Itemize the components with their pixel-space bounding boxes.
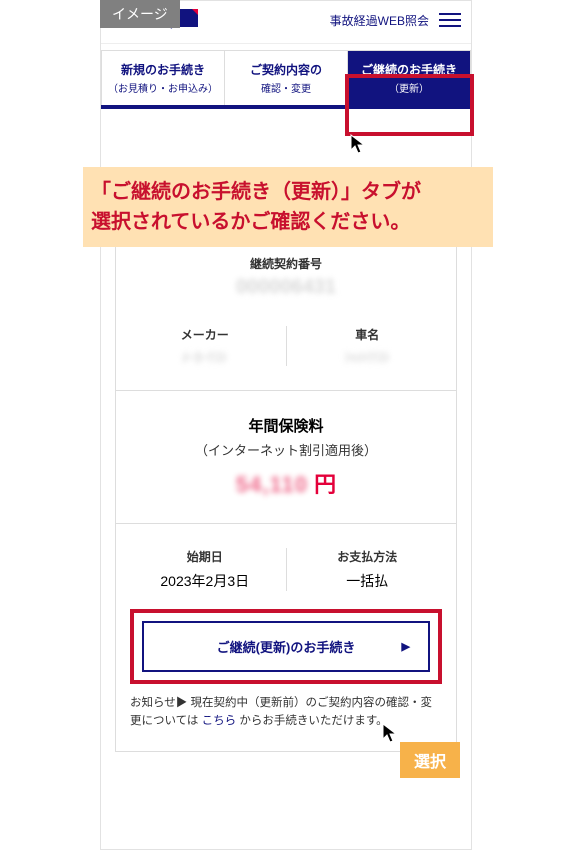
premium-unit: 円 [308,472,336,497]
instruction-callout: 「ご継続のお手続き（更新）」タブが 選択されているかご確認ください。 [83,167,493,247]
start-date-label: 始期日 [130,548,280,565]
contract-card: 継続契約番号 000006431 メーカー ﾒｰｶｰﾃｽﾄ 車名 ｼｬﾒｲﾃｽﾄ… [115,234,457,752]
contract-number-label: 継続契約番号 [130,255,442,272]
renewal-cta-button[interactable]: ご継続(更新)のお手続き ▶ [142,621,430,672]
premium-title: 年間保険料 [130,415,442,436]
cursor-icon [350,134,366,156]
divider [286,326,287,366]
premium-amount: 54,110 円 [130,467,442,499]
menu-icon[interactable] [439,13,461,27]
contract-number-value: 000006431 [130,276,442,299]
tab-label: 新規のお手続き [121,63,205,77]
tab-label: ご継続のお手続き [361,63,457,77]
notice-link[interactable]: こちら [202,715,237,727]
tab-new[interactable]: 新規のお手続き （お見積り・お申込み） [101,50,225,105]
axa-logo-icon [178,9,198,27]
tab-sublabel: 確認・変更 [229,80,343,95]
maker-label: メーカー [130,326,280,343]
cta-highlight-box: ご継続(更新)のお手続き ▶ [130,609,442,684]
maker-value: ﾒｰｶｰﾃｽﾄ [130,347,280,366]
tab-label: ご契約内容の [250,63,322,77]
model-label: 車名 [293,326,443,343]
model-value: ｼｬﾒｲﾃｽﾄ [293,347,443,366]
callout-line1: 「ご継続のお手続き（更新）」タブが [91,177,485,207]
premium-subtitle: （インターネット割引適用後） [130,440,442,459]
divider [116,523,456,524]
payment-value: 一括払 [293,571,443,591]
web-inquiry-link[interactable]: 事故経過WEB照会 [330,12,429,29]
tab-confirm[interactable]: ご契約内容の 確認・変更 [225,50,348,105]
app-frame: emma by 事故経過WEB照会 新規のお手続き （お見積り・お申込み） ご契… [100,0,472,850]
chevron-right-icon: ▶ [402,640,410,653]
sample-badge: イメージ [100,0,180,28]
tab-sublabel: （お見積り・お申込み） [106,80,220,95]
divider [116,390,456,391]
cursor-icon [382,723,398,745]
select-tag: 選択 [400,742,460,778]
tab-sublabel: （更新） [352,80,466,95]
cta-label: ご継続(更新)のお手続き [217,637,356,656]
tab-renewal[interactable]: ご継続のお手続き （更新） [348,50,471,105]
divider [286,548,287,591]
callout-line2: 選択されているかご確認ください。 [91,207,485,237]
premium-number: 54,110 [236,472,308,497]
start-date-value: 2023年2月3日 [130,571,280,591]
tabs: 新規のお手続き （お見積り・お申込み） ご契約内容の 確認・変更 ご継続のお手続… [101,50,471,109]
notice-suffix: からお手続きいただけます。 [236,715,388,727]
payment-label: お支払方法 [293,548,443,565]
